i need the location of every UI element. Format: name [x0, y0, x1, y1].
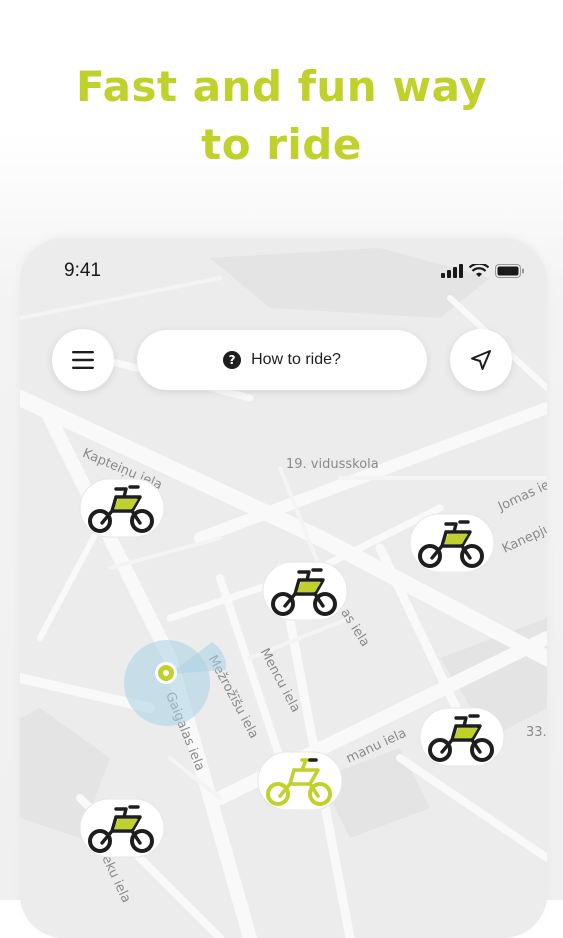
- bicycle-icon[interactable]: [78, 797, 166, 859]
- headline: Fast and fun way to ride: [0, 58, 563, 174]
- bicycle-icon[interactable]: [78, 477, 166, 539]
- bicycle-icon[interactable]: [261, 560, 349, 622]
- how-to-ride-button[interactable]: ? How to ride?: [137, 330, 427, 390]
- locate-button[interactable]: [450, 329, 512, 391]
- wifi-icon: [469, 264, 489, 277]
- status-time: 9:41: [64, 260, 101, 281]
- headline-line-2: to ride: [201, 120, 362, 169]
- headline-line-1: Fast and fun way: [75, 62, 488, 111]
- phone-mockup: 9:41 ? How to ride? Kapteiņu iela 19. vi…: [20, 238, 547, 938]
- question-icon: ?: [223, 351, 242, 369]
- heading-cone: [170, 642, 227, 674]
- map-label-33: 33.: [526, 725, 547, 740]
- bicycle-icon-selected[interactable]: [256, 750, 344, 812]
- poi-label-school: 19. vidusskola: [286, 457, 379, 472]
- current-location-icon[interactable]: [155, 662, 177, 684]
- how-to-ride-label: How to ride?: [251, 351, 341, 368]
- menu-icon: [72, 351, 94, 369]
- bicycle-icon[interactable]: [418, 706, 506, 768]
- status-icons: [441, 264, 525, 278]
- menu-button[interactable]: [52, 329, 114, 391]
- battery-icon: [495, 264, 524, 278]
- bicycle-icon[interactable]: [408, 512, 496, 574]
- signal-icon: [441, 264, 463, 278]
- navigation-arrow-icon: [471, 350, 491, 370]
